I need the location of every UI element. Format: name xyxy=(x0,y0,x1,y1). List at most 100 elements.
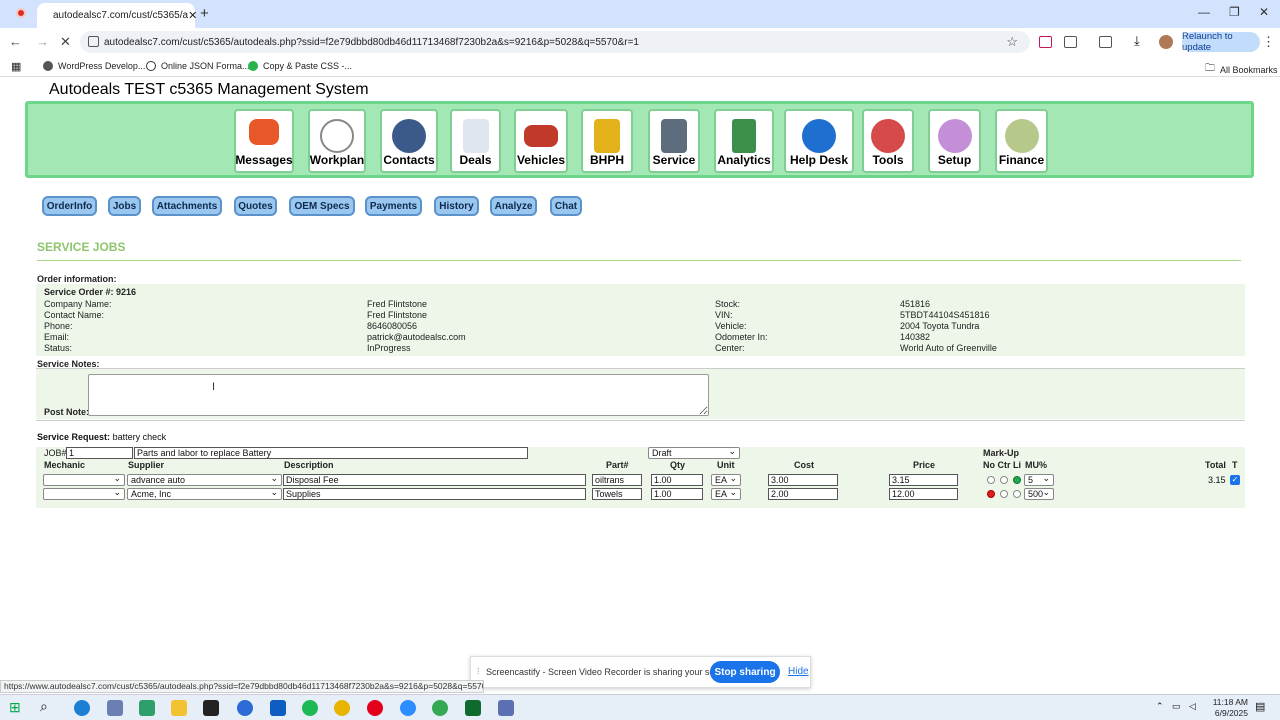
forward-icon[interactable]: → xyxy=(36,34,49,49)
downloads-icon[interactable]: ⤓ xyxy=(1134,33,1147,48)
description-input[interactable]: Supplies xyxy=(283,488,586,500)
cast-icon[interactable] xyxy=(1099,36,1112,48)
menu-deals[interactable]: Deals xyxy=(450,109,501,173)
part-input[interactable]: oiltrans xyxy=(592,474,642,486)
menu-help-desk[interactable]: Help Desk xyxy=(784,109,854,173)
menu-tools[interactable]: Tools xyxy=(862,109,914,173)
menu-bhph[interactable]: BHPH xyxy=(581,109,633,173)
notifications-icon[interactable]: ▤ xyxy=(1255,700,1265,713)
tab-chat[interactable]: Chat xyxy=(550,196,582,216)
bookmark-css[interactable]: Copy & Paste CSS -... xyxy=(248,61,352,71)
menu-finance[interactable]: Finance xyxy=(995,109,1048,173)
profile-avatar[interactable] xyxy=(1159,35,1173,49)
menu-kebab-icon[interactable]: ⋮ xyxy=(1262,34,1275,50)
minimize-icon[interactable]: — xyxy=(1198,5,1210,19)
col-part: Part# xyxy=(606,460,629,470)
system-clock[interactable]: 11:18 AM 6/9/2025 xyxy=(1213,697,1248,719)
description-input[interactable]: Disposal Fee xyxy=(283,474,586,486)
tab-orderinfo[interactable]: OrderInfo xyxy=(42,196,97,216)
job-number-input[interactable]: 1 xyxy=(66,447,133,459)
mu-select[interactable]: 5 xyxy=(1024,473,1054,486)
supplier-select[interactable]: Acme, Inc xyxy=(127,487,282,500)
menu-service[interactable]: Service xyxy=(648,109,700,173)
vscode-icon[interactable] xyxy=(270,700,286,716)
network-icon[interactable]: ▭ xyxy=(1172,701,1181,712)
tab-history[interactable]: History xyxy=(434,196,479,216)
screencastify-extension-icon[interactable] xyxy=(1039,36,1052,48)
markup-ctr-radio[interactable] xyxy=(1000,476,1008,484)
chrome-active-icon[interactable] xyxy=(432,700,448,716)
unit-select[interactable]: EA xyxy=(711,487,741,500)
volume-icon[interactable]: ◁ xyxy=(1189,701,1196,712)
app-icon[interactable] xyxy=(498,700,514,716)
file-explorer-icon[interactable] xyxy=(171,700,187,716)
menu-vehicles[interactable]: Vehicles xyxy=(514,109,568,173)
qty-input[interactable]: 1.00 xyxy=(651,488,703,500)
supplier-select[interactable]: advance auto xyxy=(127,473,282,486)
markup-li-radio[interactable] xyxy=(1013,490,1021,498)
tab-quotes[interactable]: Quotes xyxy=(234,196,277,216)
bookmark-star-icon[interactable]: ☆ xyxy=(1006,34,1018,50)
taxable-checkbox[interactable]: ✓ xyxy=(1230,475,1240,485)
zoom-icon[interactable] xyxy=(400,700,416,716)
tab-attachments[interactable]: Attachments xyxy=(152,196,222,216)
app-icon[interactable] xyxy=(107,700,123,716)
job-title-input[interactable]: Parts and labor to replace Battery xyxy=(134,447,528,459)
window-close-icon[interactable]: ✕ xyxy=(1259,5,1269,19)
order-info-panel: Service Order #: 9216 Company Name: Cont… xyxy=(36,284,1245,356)
part-input[interactable]: Towels xyxy=(592,488,642,500)
price-input[interactable]: 3.15 xyxy=(889,474,958,486)
mechanic-select[interactable] xyxy=(43,487,125,500)
start-icon[interactable]: ⊞ xyxy=(9,699,21,716)
dreamweaver-icon[interactable] xyxy=(465,700,481,716)
new-tab-icon[interactable]: + xyxy=(200,5,209,22)
app-icon[interactable] xyxy=(237,700,253,716)
post-note-textarea[interactable] xyxy=(88,374,709,416)
opera-icon[interactable] xyxy=(367,700,383,716)
extensions-icon[interactable] xyxy=(1064,36,1077,48)
bookmark-json[interactable]: Online JSON Forma... xyxy=(146,61,250,71)
relaunch-button[interactable]: Relaunch to update xyxy=(1182,31,1260,53)
menu-workplan[interactable]: Workplan xyxy=(308,109,366,173)
restore-icon[interactable]: ❐ xyxy=(1229,5,1240,19)
drag-handle-icon[interactable]: ⁞ xyxy=(477,666,480,676)
search-icon[interactable]: ⌕ xyxy=(40,698,48,715)
markup-no-radio[interactable] xyxy=(987,490,995,498)
address-bar[interactable]: autodealsc7.com/cust/c5365/autodeals.php… xyxy=(80,31,1030,53)
reload-icon[interactable]: ✕ xyxy=(60,34,71,50)
back-icon[interactable]: ← xyxy=(9,34,22,49)
markup-no-radio[interactable] xyxy=(987,476,995,484)
tab-analyze[interactable]: Analyze xyxy=(490,196,537,216)
bookmark-wordpress[interactable]: WordPress Develop... xyxy=(43,61,145,71)
job-status-select[interactable]: Draft xyxy=(648,446,740,459)
terminal-icon[interactable] xyxy=(203,700,219,716)
all-bookmarks[interactable]: 🗀 All Bookmarks xyxy=(1205,61,1278,78)
hide-link[interactable]: Hide xyxy=(788,666,809,677)
spotify-icon[interactable] xyxy=(302,700,318,716)
tab-jobs[interactable]: Jobs xyxy=(108,196,141,216)
price-input[interactable]: 12.00 xyxy=(889,488,958,500)
edge-icon[interactable] xyxy=(74,700,90,716)
browser-tab[interactable]: autodealsc7.com/cust/c5365/a ✕ xyxy=(37,3,197,28)
markup-ctr-radio[interactable] xyxy=(1000,490,1008,498)
tab-payments[interactable]: Payments xyxy=(365,196,422,216)
menu-messages[interactable]: Messages xyxy=(234,109,294,173)
apps-grid-icon[interactable]: ▦ xyxy=(11,60,21,73)
menu-analytics[interactable]: Analytics xyxy=(714,109,774,173)
cost-input[interactable]: 3.00 xyxy=(768,474,838,486)
close-tab-icon[interactable]: ✕ xyxy=(188,9,197,22)
site-info-icon[interactable] xyxy=(88,36,99,47)
menu-setup[interactable]: Setup xyxy=(928,109,981,173)
mechanic-select[interactable] xyxy=(43,473,125,486)
app-icon[interactable] xyxy=(139,700,155,716)
qty-input[interactable]: 1.00 xyxy=(651,474,703,486)
cost-input[interactable]: 2.00 xyxy=(768,488,838,500)
tab-oem-specs[interactable]: OEM Specs xyxy=(289,196,355,216)
chrome-icon[interactable] xyxy=(334,700,350,716)
markup-li-radio[interactable] xyxy=(1013,476,1021,484)
menu-contacts[interactable]: Contacts xyxy=(380,109,438,173)
tray-chevron-icon[interactable]: ⌃ xyxy=(1156,701,1164,712)
mu-select[interactable]: 500 xyxy=(1024,487,1054,500)
stop-sharing-button[interactable]: Stop sharing xyxy=(710,661,780,683)
unit-select[interactable]: EA xyxy=(711,473,741,486)
